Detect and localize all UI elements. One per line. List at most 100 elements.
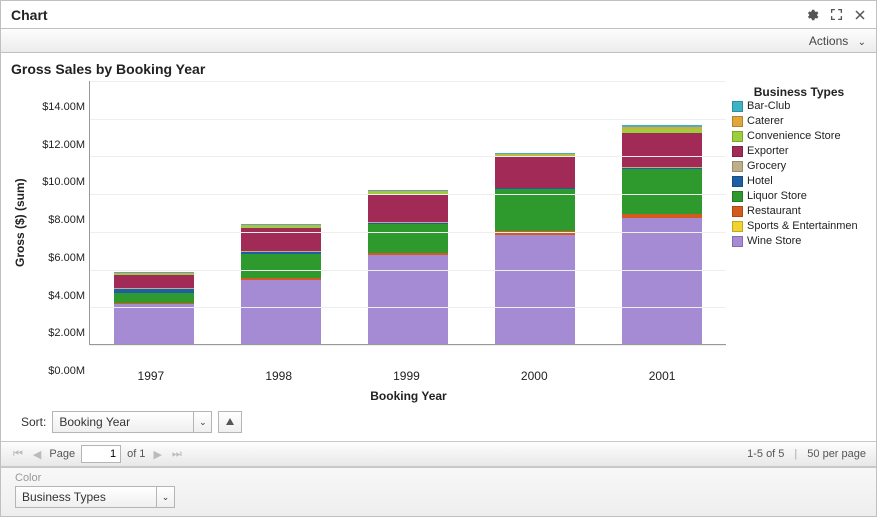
bar-segment[interactable] [241, 254, 321, 279]
close-icon[interactable] [850, 5, 870, 25]
legend-label: Grocery [747, 159, 786, 174]
legend-item[interactable]: Caterer [732, 114, 866, 129]
x-axis-label: Booking Year [0, 389, 866, 403]
legend-swatch [732, 116, 743, 127]
legend-item[interactable]: Restaurant [732, 204, 866, 219]
legend-label: Caterer [747, 114, 784, 129]
bar-segment[interactable] [114, 304, 194, 344]
legend-label: Liquor Store [747, 189, 807, 204]
pager-per-page: 50 per page [807, 448, 866, 460]
actions-bar: Actions ⌄ [1, 29, 876, 53]
panel-header: Chart [1, 1, 876, 29]
color-select[interactable]: Business Types ⌄ [15, 486, 175, 508]
color-value: Business Types [16, 490, 112, 504]
y-tick-label: $2.00M [48, 327, 85, 339]
bar-segment[interactable] [495, 235, 575, 344]
y-axis-label: Gross ($) (sum) [11, 81, 29, 365]
plot-wrap: Gross ($) (sum) $0.00M$2.00M$4.00M$6.00M… [11, 81, 866, 365]
expand-icon[interactable] [826, 5, 846, 25]
legend-title: Business Types [732, 85, 866, 99]
legend-label: Hotel [747, 174, 773, 189]
chart-area: Gross Sales by Booking Year Gross ($) (s… [1, 53, 876, 441]
pager-first-button[interactable]: ⏮ [11, 448, 25, 461]
bar-segment[interactable] [495, 157, 575, 187]
bar-segment[interactable] [622, 169, 702, 214]
grid-line [90, 194, 726, 195]
y-axis: $0.00M$2.00M$4.00M$6.00M$8.00M$10.00M$12… [29, 81, 89, 365]
legend-item[interactable]: Wine Store [732, 234, 866, 249]
grid-line [90, 307, 726, 308]
bar-column [622, 125, 702, 344]
legend-swatch [732, 206, 743, 217]
legend-swatch [732, 221, 743, 232]
bar-column [368, 190, 448, 344]
y-tick-label: $6.00M [48, 252, 85, 264]
legend-item[interactable]: Grocery [732, 159, 866, 174]
triangle-up-icon [225, 417, 235, 427]
actions-label: Actions [809, 34, 848, 48]
legend-label: Bar-Club [747, 99, 790, 114]
bar-segment[interactable] [368, 194, 448, 222]
gear-icon[interactable] [802, 5, 822, 25]
grid-line [90, 345, 726, 346]
pager-page-input[interactable] [81, 445, 121, 463]
legend-swatch [732, 176, 743, 187]
y-tick-label: $10.00M [42, 176, 85, 188]
legend-item[interactable]: Bar-Club [732, 99, 866, 114]
legend-item[interactable]: Liquor Store [732, 189, 866, 204]
bar-column [241, 224, 321, 344]
x-tick-label: 1998 [239, 369, 319, 383]
sort-direction-button[interactable] [218, 411, 242, 433]
legend-swatch [732, 161, 743, 172]
panel-title: Chart [11, 7, 798, 23]
legend-label: Exporter [747, 144, 789, 159]
grid-line [90, 119, 726, 120]
actions-menu[interactable]: Actions ⌄ [809, 34, 866, 48]
x-tick-label: 2001 [622, 369, 702, 383]
sort-value: Booking Year [53, 415, 136, 429]
sort-row: Sort: Booking Year ⌄ [11, 403, 866, 441]
legend-swatch [732, 146, 743, 157]
legend-swatch [732, 131, 743, 142]
chart-panel: Chart Actions ⌄ Gross Sales by Booking Y… [0, 0, 877, 517]
bar-segment[interactable] [622, 133, 702, 167]
x-tick-label: 2000 [494, 369, 574, 383]
grid-line [90, 270, 726, 271]
y-tick-label: $8.00M [48, 214, 85, 226]
legend-item[interactable]: Exporter [732, 144, 866, 159]
x-tick-label: 1999 [366, 369, 446, 383]
legend: Business Types Bar-ClubCatererConvenienc… [726, 81, 866, 365]
color-label: Color [15, 472, 866, 484]
chevron-down-icon: ⌄ [858, 37, 866, 48]
pager-next-button[interactable]: ▶ [151, 448, 163, 461]
grid-line [90, 81, 726, 82]
bar-segment[interactable] [241, 280, 321, 344]
legend-item[interactable]: Convenience Store [732, 129, 866, 144]
legend-swatch [732, 236, 743, 247]
y-tick-label: $12.00M [42, 139, 85, 151]
chevron-down-icon: ⌄ [193, 412, 211, 432]
color-section: Color Business Types ⌄ [1, 467, 876, 516]
y-tick-label: $14.00M [42, 101, 85, 113]
grid-line [90, 232, 726, 233]
x-axis: 19971998199920002001 [87, 365, 726, 383]
pager-prev-button[interactable]: ◀ [31, 448, 43, 461]
pager-bar: ⏮ ◀ Page of 1 ▶ ⏭ 1-5 of 5 | 50 per page [1, 441, 876, 467]
plot-region [89, 81, 726, 345]
pager-separator: | [794, 448, 797, 460]
sort-select[interactable]: Booking Year ⌄ [52, 411, 212, 433]
legend-item[interactable]: Sports & Entertainmen [732, 219, 866, 234]
bar-segment[interactable] [114, 275, 194, 288]
bar-segment[interactable] [495, 189, 575, 230]
legend-label: Restaurant [747, 204, 801, 219]
bar-segment[interactable] [114, 293, 194, 302]
bar-segment[interactable] [622, 218, 702, 344]
bar-segment[interactable] [368, 224, 448, 252]
pager-last-button[interactable]: ⏭ [170, 448, 184, 461]
chart-title: Gross Sales by Booking Year [11, 61, 866, 77]
legend-label: Wine Store [747, 234, 801, 249]
sort-label: Sort: [21, 415, 46, 429]
legend-swatch [732, 191, 743, 202]
legend-item[interactable]: Hotel [732, 174, 866, 189]
y-tick-label: $0.00M [48, 365, 85, 377]
